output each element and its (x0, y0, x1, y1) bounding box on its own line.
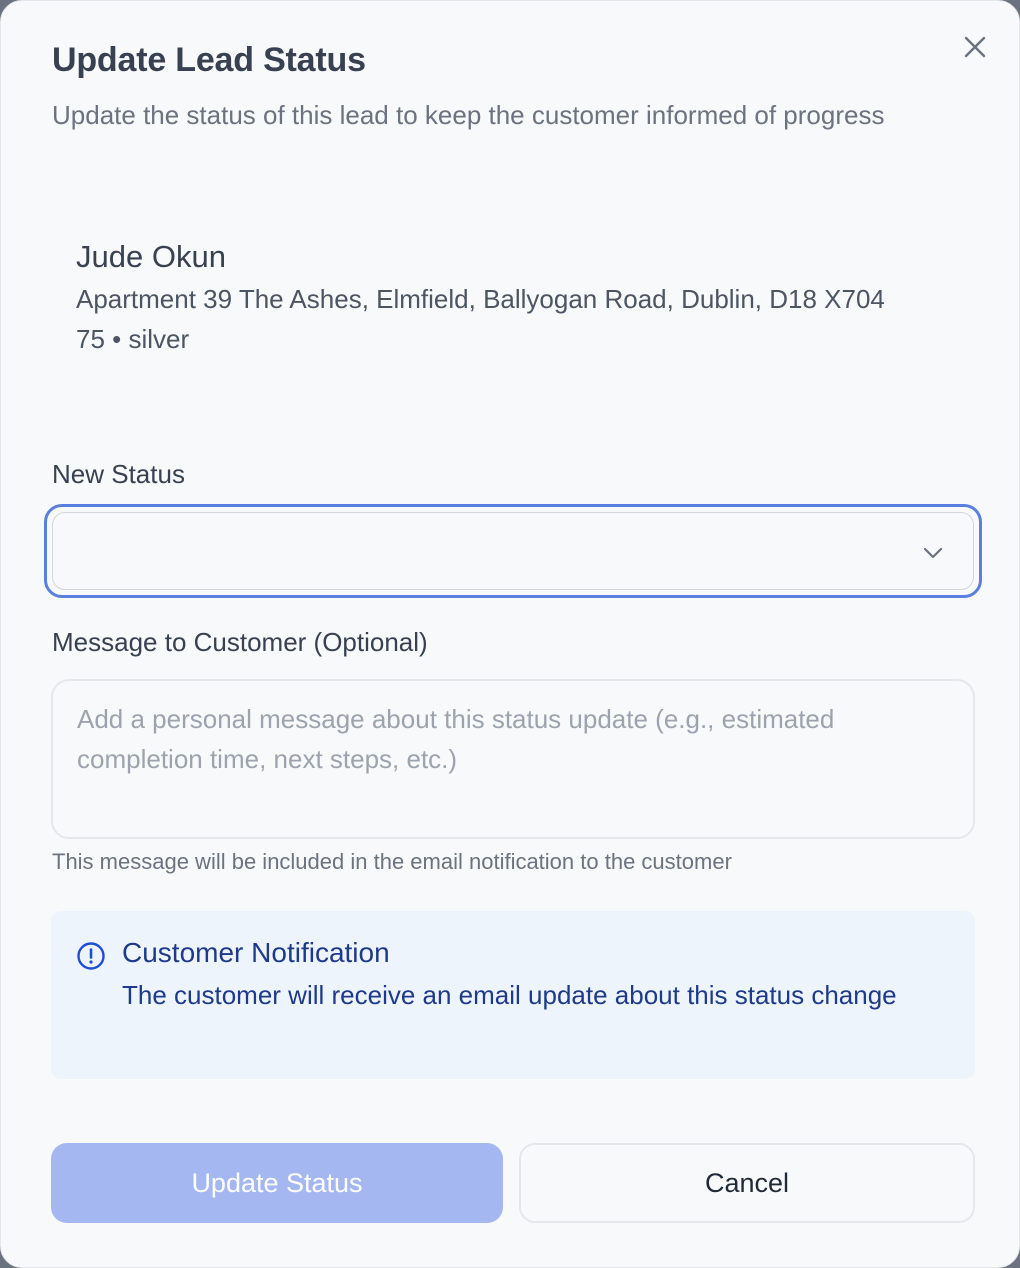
status-select-focus-ring (44, 504, 982, 598)
message-textarea[interactable]: Add a personal message about this status… (51, 679, 975, 839)
cancel-button[interactable]: Cancel (519, 1143, 975, 1223)
update-lead-status-dialog: Update Lead Status Update the status of … (0, 0, 1020, 1268)
message-placeholder: Add a personal message about this status… (77, 704, 835, 774)
update-status-button[interactable]: Update Status (51, 1143, 503, 1223)
close-icon (964, 36, 986, 58)
info-circle-icon (77, 942, 105, 970)
customer-notification-notice: Customer Notification The customer will … (51, 911, 975, 1079)
message-helper-text: This message will be included in the ema… (52, 849, 732, 874)
lead-name: Jude Okun (76, 239, 226, 274)
dialog-title: Update Lead Status (52, 41, 366, 79)
dialog-subtitle: Update the status of this lead to keep t… (52, 100, 885, 130)
close-button[interactable] (959, 31, 991, 63)
status-select[interactable] (52, 512, 974, 590)
lead-summary: Jude Okun Apartment 39 The Ashes, Elmfie… (76, 235, 956, 359)
notice-text: The customer will receive an email updat… (122, 980, 897, 1010)
lead-details: 75 • silver (76, 324, 190, 354)
lead-address: Apartment 39 The Ashes, Elmfield, Ballyo… (76, 284, 885, 314)
notice-title: Customer Notification (122, 937, 390, 968)
new-status-label: New Status (52, 459, 185, 489)
chevron-down-icon (923, 547, 943, 559)
message-label: Message to Customer (Optional) (52, 627, 428, 657)
